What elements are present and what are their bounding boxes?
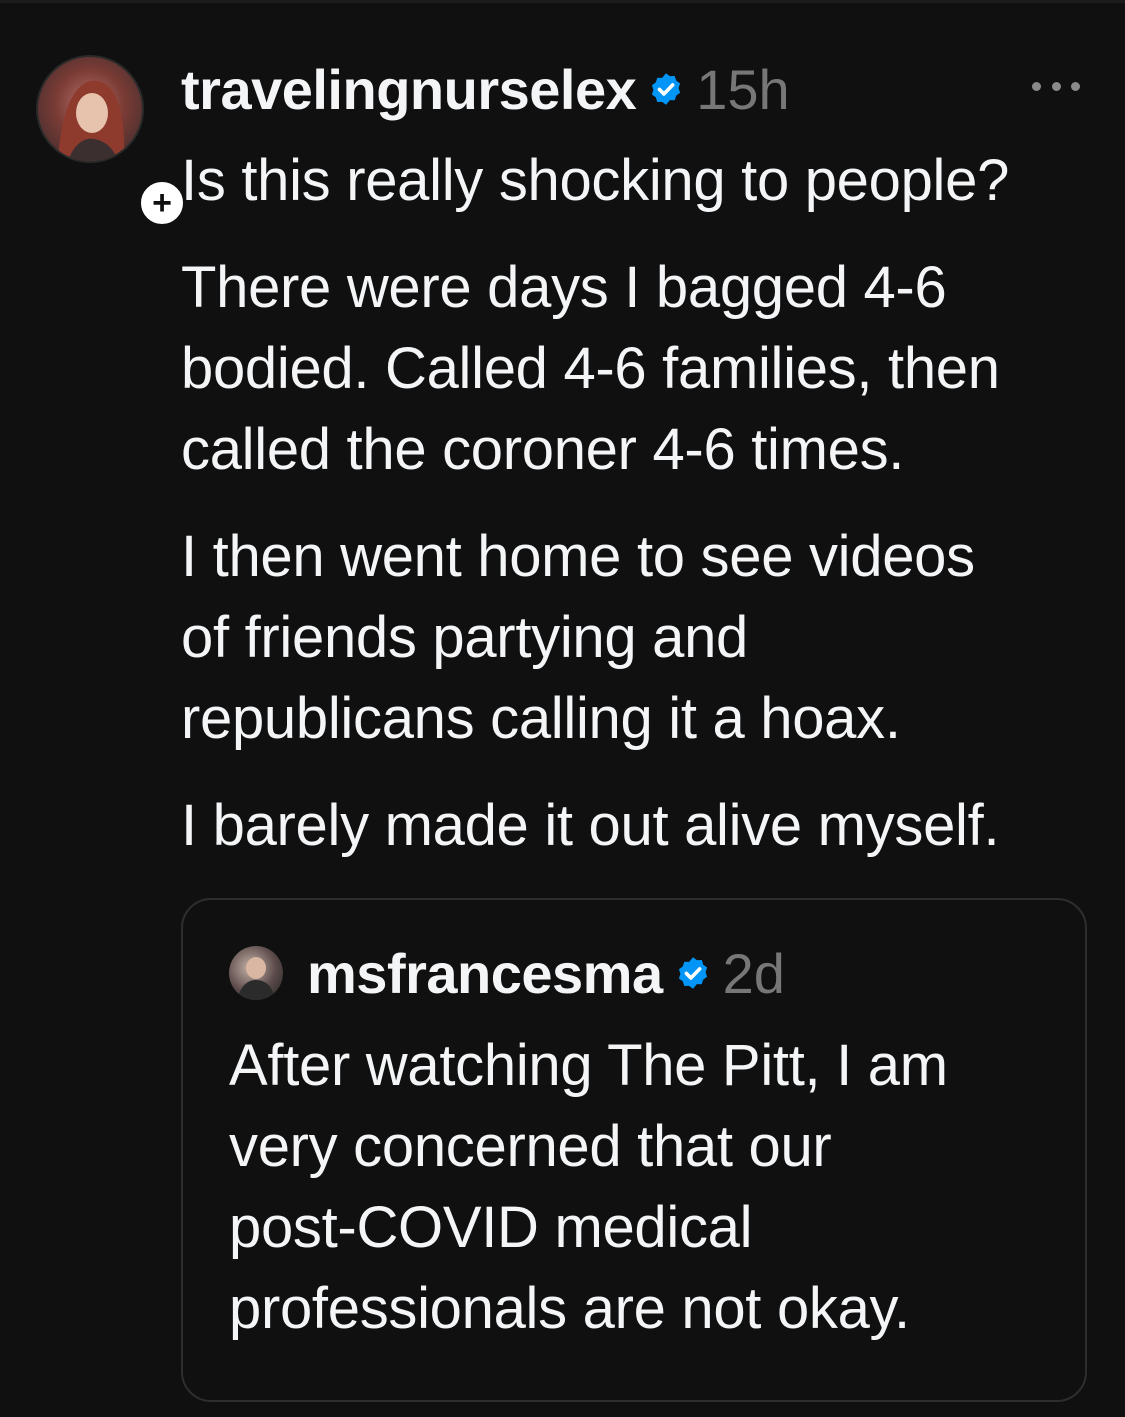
verified-badge-icon — [678, 957, 707, 989]
author-avatar-container[interactable]: + — [36, 55, 188, 229]
more-options-icon[interactable] — [1032, 74, 1080, 98]
post-body: Is this really shocking to people? There… — [181, 140, 1091, 892]
post-paragraph: Is this really shocking to people? — [181, 148, 1010, 213]
post-timestamp: 15h — [696, 57, 790, 121]
author-username[interactable]: travelingnurselex — [181, 57, 637, 122]
dot — [1051, 81, 1061, 91]
plus-icon: + — [152, 184, 172, 222]
quoted-post-timestamp: 2d — [722, 941, 785, 1005]
dot — [1071, 81, 1080, 91]
verified-badge-icon — [652, 73, 681, 105]
quoted-post-header: msfrancesma 2d — [307, 938, 785, 1008]
avatar-image — [58, 80, 125, 161]
post-paragraph: I then went home to see videos of friend… — [181, 524, 975, 751]
quoted-avatar-image — [237, 957, 275, 1000]
top-divider — [0, 0, 1125, 3]
quoted-post-text: After watching The Pitt, I am very conce… — [229, 1033, 948, 1341]
post-paragraph: There were days I bagged 4-6 bodied. Cal… — [181, 255, 1000, 482]
dot — [1032, 81, 1041, 91]
quoted-author-avatar[interactable] — [229, 946, 283, 1000]
post-paragraph: I barely made it out alive myself. — [181, 793, 1000, 858]
post-header: travelingnurselex 15h — [181, 54, 790, 124]
quoted-author-username[interactable]: msfrancesma — [307, 941, 663, 1006]
quoted-post-card[interactable]: msfrancesma 2d After watching The Pitt, … — [181, 898, 1087, 1402]
avatar[interactable] — [36, 55, 144, 163]
